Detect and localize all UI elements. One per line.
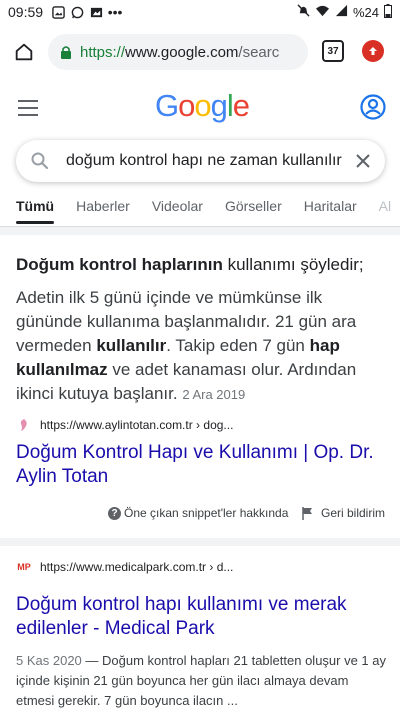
result-snippet: 5 Kas 2020 — Doğum kontrol hapları 21 ta… (16, 651, 386, 711)
logo-letter: o (194, 88, 211, 123)
tab-shopping[interactable]: Al (379, 190, 391, 226)
update-button[interactable] (362, 40, 384, 62)
lock-icon (60, 45, 72, 59)
search-tabs: Tümü Haberler Videolar Görseller Harital… (0, 190, 400, 226)
more-notifications-icon: ••• (107, 4, 123, 20)
home-button[interactable] (8, 36, 40, 68)
snippet-feedback-row: ? Öne çıkan snippet'ler hakkında Geri bi… (0, 504, 400, 524)
wifi-icon (315, 4, 330, 20)
result-url: https://www.aylintotan.com.tr › dog... (40, 418, 234, 432)
browser-toolbar: https://www.google.com/searc 37 (0, 24, 400, 80)
url-host: www.google.com (125, 43, 239, 61)
tab-images[interactable]: Görseller (225, 190, 282, 226)
about-snippets-label: Öne çıkan snippet'ler hakkında (124, 506, 289, 520)
medicalpark-favicon: MP (17, 562, 31, 572)
result-url: https://www.medicalpark.com.tr › d... (40, 560, 234, 574)
home-icon (15, 43, 33, 61)
address-bar[interactable]: https://www.google.com/searc (48, 34, 308, 70)
feedback-link[interactable]: Geri bildirim (302, 506, 385, 520)
snippet-bold: kullanılır (96, 336, 167, 355)
account-icon (360, 94, 386, 120)
signal-icon (335, 4, 348, 20)
section-separator (0, 538, 400, 546)
result-source[interactable]: MP https://www.medicalpark.com.tr › d... (16, 558, 233, 576)
mute-icon (297, 4, 310, 20)
battery-icon (384, 3, 392, 21)
section-separator (0, 227, 400, 235)
result-title-link[interactable]: Doğum kontrol hapı kullanımı ve merak ed… (16, 593, 386, 641)
url-text: https://www.google.com/searc (80, 44, 279, 61)
snippet-heading-bold: Doğum kontrol haplarının (16, 255, 223, 274)
image-notification-icon (89, 5, 103, 19)
search-icon (30, 151, 50, 176)
search-input[interactable] (66, 140, 346, 182)
menu-icon[interactable] (18, 100, 38, 116)
tab-all[interactable]: Tümü (16, 190, 55, 226)
status-bar: 09:59 ••• %24 (0, 0, 400, 24)
logo-letter: G (155, 88, 179, 123)
url-scheme: https:// (80, 43, 126, 61)
logo-letter: o (178, 88, 195, 123)
help-icon: ? (108, 506, 121, 520)
gallery-notification-icon (51, 5, 65, 19)
about-snippets-link[interactable]: ? Öne çıkan snippet'ler hakkında (108, 506, 288, 520)
search-box (16, 140, 385, 182)
result-source[interactable]: https://www.aylintotan.com.tr › dog... (16, 416, 233, 434)
whatsapp-notification-icon (70, 5, 84, 19)
snippet-heading: Doğum kontrol haplarının kullanımı şöyle… (16, 254, 386, 276)
feedback-label: Geri bildirim (321, 506, 386, 520)
url-path: /searc (238, 43, 280, 61)
result-title-link[interactable]: Doğum Kontrol Hapı ve Kullanımı | Op. Dr… (16, 441, 386, 489)
google-header: Google (0, 80, 400, 136)
status-right-group: %24 (297, 3, 392, 21)
google-logo[interactable]: Google (155, 88, 250, 124)
clear-search-icon[interactable] (353, 151, 373, 171)
tab-maps[interactable]: Haritalar (304, 190, 357, 226)
result-date: 5 Kas 2020 (16, 653, 82, 668)
account-button[interactable] (360, 94, 386, 120)
feedback-flag-icon (302, 506, 313, 520)
snippet-body: Adetin ilk 5 günü içinde ve mümkünse ilk… (16, 286, 388, 407)
tab-videos[interactable]: Videolar (152, 190, 203, 226)
logo-letter: g (210, 88, 228, 123)
tab-switcher-button[interactable]: 37 (322, 40, 344, 62)
battery-level: %24 (352, 4, 379, 20)
update-arrow-icon (369, 47, 377, 55)
snippet-text: . Takip eden 7 gün (166, 336, 310, 355)
status-time: 09:59 (8, 4, 44, 20)
snippet-date: 2 Ara 2019 (182, 387, 246, 402)
logo-letter: e (232, 88, 250, 123)
snippet-heading-rest: kullanımı şöyledir; (222, 255, 364, 274)
tab-news[interactable]: Haberler (76, 190, 130, 226)
site-favicon (16, 417, 32, 433)
